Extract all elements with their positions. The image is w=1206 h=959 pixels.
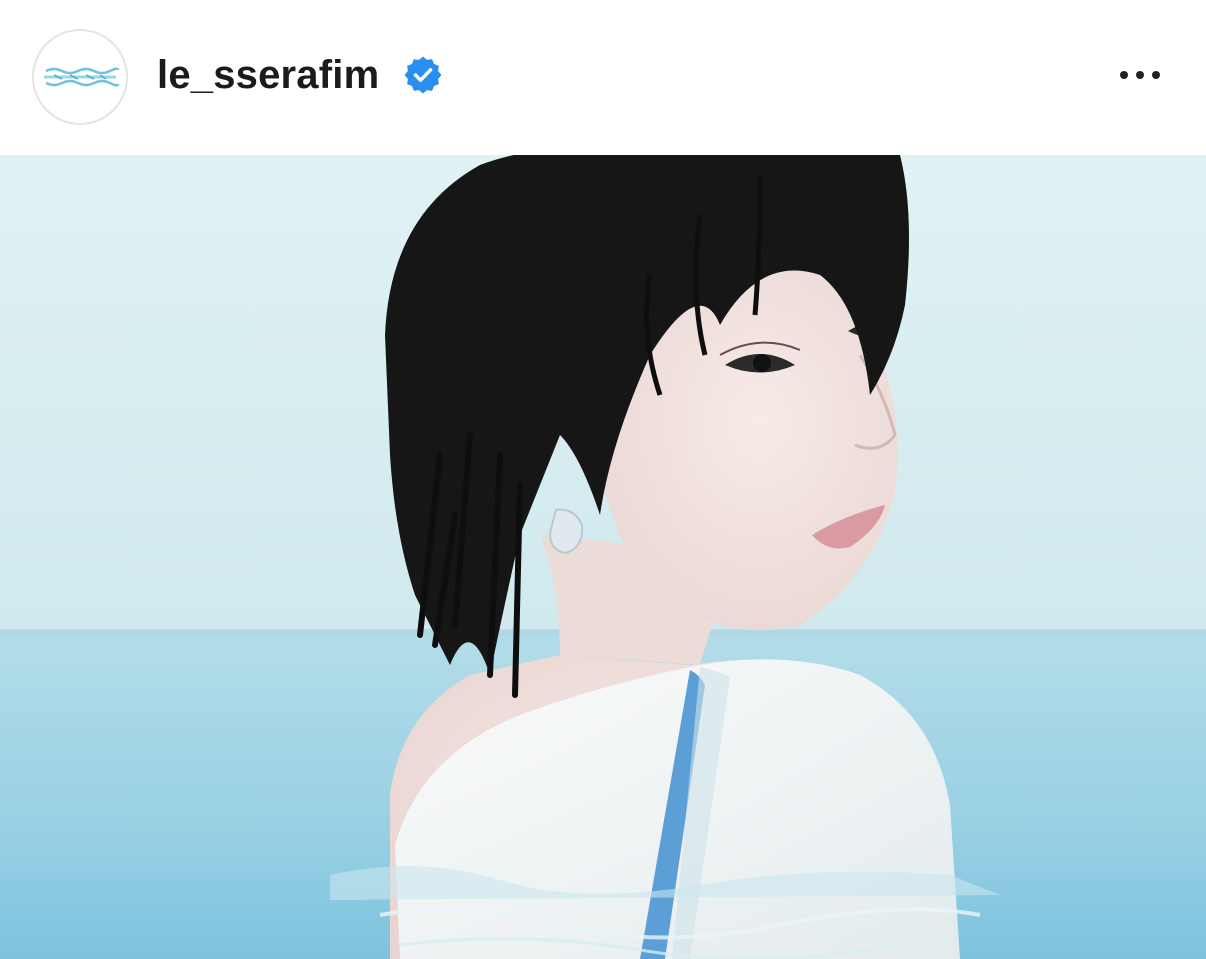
more-options-icon-dot <box>1136 71 1144 79</box>
verified-badge-icon <box>404 56 442 94</box>
more-options-button[interactable] <box>1108 56 1172 94</box>
post-photo[interactable] <box>0 155 1206 959</box>
earring <box>548 508 584 555</box>
more-options-icon-dot <box>1152 71 1160 79</box>
instagram-post: le_sserafim <box>0 0 1206 959</box>
username-link[interactable]: le_sserafim <box>157 52 379 98</box>
profile-avatar[interactable] <box>32 29 128 125</box>
le-sserafim-logo-icon <box>34 31 126 123</box>
more-options-icon <box>1120 71 1128 79</box>
portrait-photo <box>0 155 1206 959</box>
post-header: le_sserafim <box>0 0 1206 155</box>
